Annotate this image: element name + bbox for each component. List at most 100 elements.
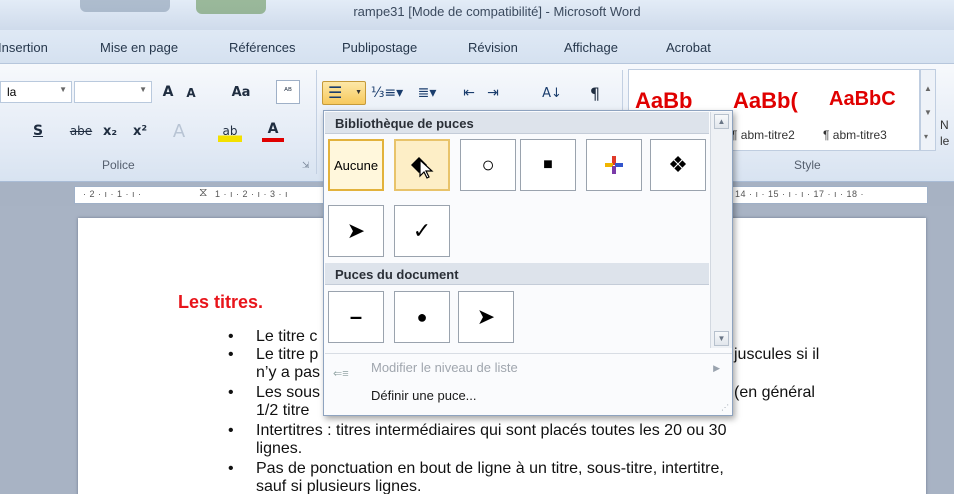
ruler-ticks: 14 · ı · 15 · ı · ı · 17 · ı · 18 ·	[735, 189, 865, 199]
tab-affichage[interactable]: Affichage	[564, 40, 618, 55]
document-bullet-dash[interactable]: –	[328, 291, 384, 343]
show-formatting-button[interactable]: ¶	[584, 81, 606, 105]
bullet-option-label: Aucune	[333, 157, 379, 173]
list-item: Pas de ponctuation en bout de ligne à un…	[256, 460, 724, 477]
list-item-continuation: lignes.	[256, 440, 303, 457]
tab-mise-en-page[interactable]: Mise en page	[100, 40, 178, 55]
style-side-label: le	[940, 134, 950, 148]
sort-button[interactable]: A↓	[540, 81, 564, 105]
submenu-arrow-icon: ▶	[713, 363, 720, 373]
font-color-button[interactable]: A	[262, 120, 284, 142]
grow-font-button[interactable]: A	[158, 80, 178, 104]
style-sample[interactable]: AaBb(	[733, 88, 798, 114]
chevron-up-icon[interactable]: ▲	[924, 84, 932, 93]
list-item-continuation: sauf si plusieurs lignes.	[256, 478, 422, 494]
bullet-option-checkmark[interactable]: ✓	[394, 205, 450, 257]
title-bar: rampe31 [Mode de compatibilité] - Micros…	[0, 0, 954, 30]
change-list-level-menu-item[interactable]: ⇐≡ Modifier le niveau de liste ▶	[325, 355, 732, 381]
style-name: ¶ abm-titre3	[823, 128, 887, 142]
chevron-down-icon[interactable]: ▼	[355, 89, 362, 96]
subscript-button[interactable]: x₂	[100, 120, 120, 142]
define-bullet-label: Définir une puce...	[371, 388, 477, 403]
font-name-value: la	[7, 85, 17, 99]
tab-publipostage[interactable]: Publipostage	[342, 40, 417, 55]
square-icon: ■	[543, 156, 553, 173]
font-name-combobox[interactable]: la ▼	[0, 81, 72, 103]
dot-icon: ●	[416, 306, 428, 327]
style-group-label: Style	[794, 158, 821, 172]
change-list-level-label: Modifier le niveau de liste	[371, 360, 518, 375]
style-side-label: N	[940, 118, 949, 132]
styles-gallery-scroll[interactable]: ▲ ▼ ▾	[920, 69, 936, 151]
tab-acrobat[interactable]: Acrobat	[666, 40, 711, 55]
superscript-button[interactable]: x²	[128, 120, 152, 142]
text-effects-icon[interactable]: A	[168, 120, 190, 142]
document-bullet-dot[interactable]: ●	[394, 291, 450, 343]
menu-divider	[325, 353, 732, 354]
bullet-library-dropdown: Bibliothèque de puces Aucune ○ ■ ❖ ➤ ✓ P…	[323, 110, 733, 416]
list-item-continuation: n’y a pas	[256, 364, 321, 381]
library-header: Bibliothèque de puces	[325, 112, 709, 134]
tab-insertion[interactable]: Insertion	[0, 40, 48, 55]
list-item: Les sous	[256, 384, 321, 401]
document-heading: Les titres.	[178, 292, 264, 312]
bullet-option-color-cross[interactable]	[586, 139, 642, 191]
bullet-option-square[interactable]: ■	[520, 139, 576, 191]
bullet-option-arrowhead[interactable]: ➤	[328, 205, 384, 257]
scroll-down-icon[interactable]: ▼	[714, 331, 729, 346]
dropdown-scrollbar[interactable]: ▲ ▼	[710, 112, 732, 348]
four-diamonds-icon: ❖	[668, 152, 688, 177]
document-bullet-arrowhead[interactable]: ➤	[458, 291, 514, 343]
arrowhead-icon: ➤	[346, 218, 366, 243]
list-item-tail: (en général	[734, 384, 815, 401]
change-case-button[interactable]: Aa	[228, 80, 254, 104]
clear-format-icon[interactable]: ᴬᴮ	[276, 80, 300, 104]
bullet-option-circle[interactable]: ○	[460, 139, 516, 191]
bullet-icon: •	[228, 460, 234, 477]
circle-outline-icon: ○	[481, 152, 495, 177]
decrease-indent-icon[interactable]: ⇤	[458, 81, 480, 105]
list-item: Le titre p	[256, 346, 319, 363]
list-item-continuation: 1/2 titre	[256, 402, 310, 419]
bullet-option-four-diamonds[interactable]: ❖	[650, 139, 706, 191]
resize-grip-icon[interactable]: ⋰	[721, 403, 729, 412]
font-group-label: Police	[102, 158, 135, 172]
highlight-button[interactable]: ab	[218, 120, 242, 142]
strikethrough-button[interactable]: abe	[68, 120, 94, 142]
group-separator	[316, 70, 317, 174]
document-bullets-header: Puces du document	[325, 263, 709, 285]
list-level-icon: ⇐≡	[333, 368, 349, 380]
style-sample[interactable]: AaBbC	[829, 88, 896, 111]
numbered-list-icon[interactable]: ⅓≡▾	[370, 81, 404, 105]
shrink-font-button[interactable]: A	[182, 82, 200, 104]
ribbon-tabs: Insertion Mise en page Références Publip…	[0, 30, 954, 64]
scroll-up-icon[interactable]: ▲	[714, 114, 729, 129]
bullet-icon: •	[228, 384, 234, 401]
tab-references[interactable]: Références	[229, 40, 295, 55]
chevron-down-icon[interactable]: ▼	[139, 85, 147, 94]
list-item: Le titre c	[256, 328, 318, 345]
tab-revision[interactable]: Révision	[468, 40, 518, 55]
define-bullet-menu-item[interactable]: Définir une puce...	[325, 383, 732, 409]
color-cross-icon	[605, 156, 623, 174]
bullet-icon: •	[228, 328, 234, 345]
bullet-option-none[interactable]: Aucune	[328, 139, 384, 191]
dialog-launcher-icon[interactable]: ⇲	[302, 160, 310, 171]
multilevel-list-icon[interactable]: ≣▾	[410, 81, 444, 105]
bullets-button[interactable]: ☰ ▼	[322, 81, 366, 105]
style-name: ¶ abm-titre2	[731, 128, 795, 142]
ruler-ticks: · 2 · ı · 1 · ı ·	[83, 189, 142, 199]
bullet-option-diamond-arrow[interactable]	[394, 139, 450, 191]
list-item-tail: juscules si il	[734, 346, 820, 363]
checkmark-icon: ✓	[412, 218, 432, 243]
more-icon[interactable]: ▾	[924, 132, 928, 141]
indent-marker-icon[interactable]: ⧖	[199, 185, 207, 200]
chevron-down-icon[interactable]: ▼	[924, 108, 932, 117]
chevron-down-icon[interactable]: ▼	[59, 85, 67, 94]
underline-button[interactable]: S	[28, 120, 48, 142]
bullet-icon: •	[228, 422, 234, 439]
bullet-list-icon: ☰	[328, 85, 343, 102]
increase-indent-icon[interactable]: ⇥	[482, 81, 504, 105]
font-size-combobox[interactable]: ▼	[74, 81, 152, 103]
list-item: Intertitres : titres intermédiaires qui …	[256, 422, 727, 439]
